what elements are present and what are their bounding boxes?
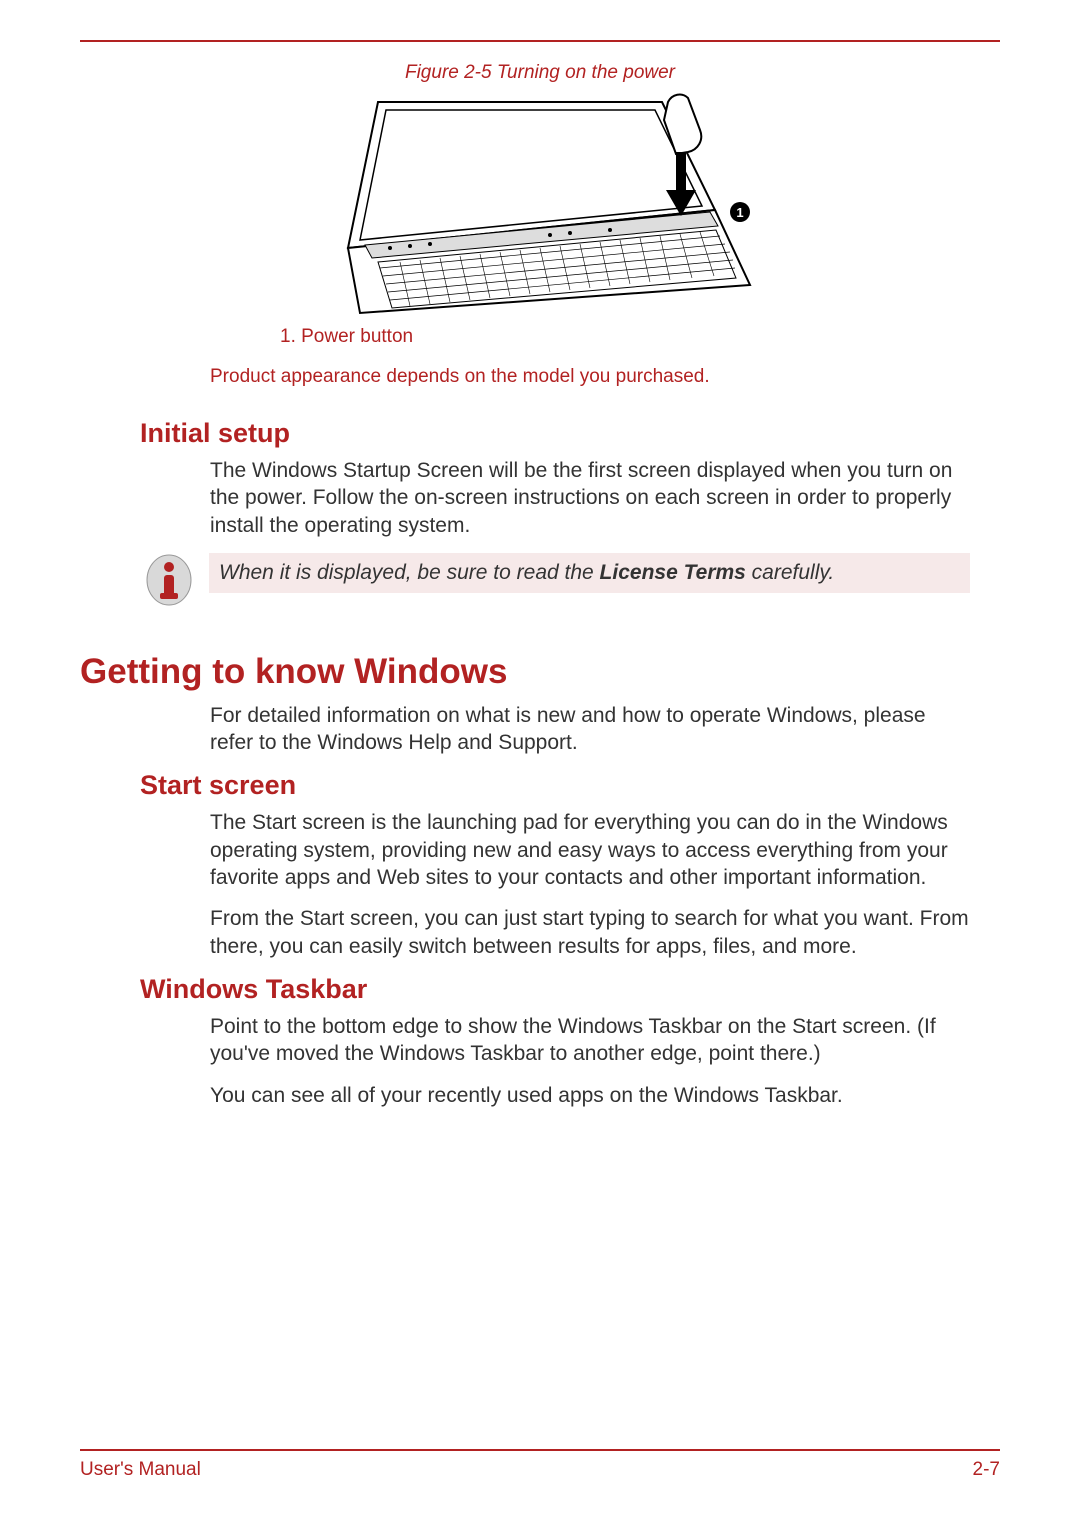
svg-text:1: 1 <box>736 205 743 220</box>
laptop-illustration: 1 <box>320 90 760 315</box>
info-icon <box>145 553 193 612</box>
heading-start-screen: Start screen <box>140 770 1000 801</box>
page: Figure 2-5 Turning on the power <box>0 0 1080 1521</box>
figure-legend: 1. Power button <box>280 326 1000 348</box>
footer-rule <box>80 1449 1000 1451</box>
note-bold: License Terms <box>600 561 746 584</box>
page-footer: User's Manual 2-7 <box>80 1449 1000 1481</box>
note-text-wrap: When it is displayed, be sure to read th… <box>209 553 970 593</box>
heading-getting-to-know: Getting to know Windows <box>80 652 1000 692</box>
body-start-screen-1: The Start screen is the launching pad fo… <box>210 809 970 891</box>
heading-taskbar: Windows Taskbar <box>140 974 1000 1005</box>
body-getting-to-know: For detailed information on what is new … <box>210 702 970 757</box>
body-taskbar-2: You can see all of your recently used ap… <box>210 1082 970 1109</box>
body-start-screen-2: From the Start screen, you can just star… <box>210 905 970 960</box>
note-prefix: When it is displayed, be sure to read th… <box>219 561 600 584</box>
body-initial-setup: The Windows Startup Screen will be the f… <box>210 457 970 539</box>
footer-page-number: 2-7 <box>973 1459 1000 1481</box>
note-suffix: carefully. <box>746 561 834 584</box>
figure-illustration: 1 <box>80 90 1000 320</box>
body-taskbar-1: Point to the bottom edge to show the Win… <box>210 1013 970 1068</box>
heading-initial-setup: Initial setup <box>140 418 1000 449</box>
note-text: When it is displayed, be sure to read th… <box>219 561 834 584</box>
footer-title: User's Manual <box>80 1459 201 1481</box>
figure-caption: Figure 2-5 Turning on the power <box>80 62 1000 84</box>
note-callout: When it is displayed, be sure to read th… <box>145 553 970 612</box>
figure-note: Product appearance depends on the model … <box>210 366 1000 388</box>
top-rule <box>80 40 1000 42</box>
